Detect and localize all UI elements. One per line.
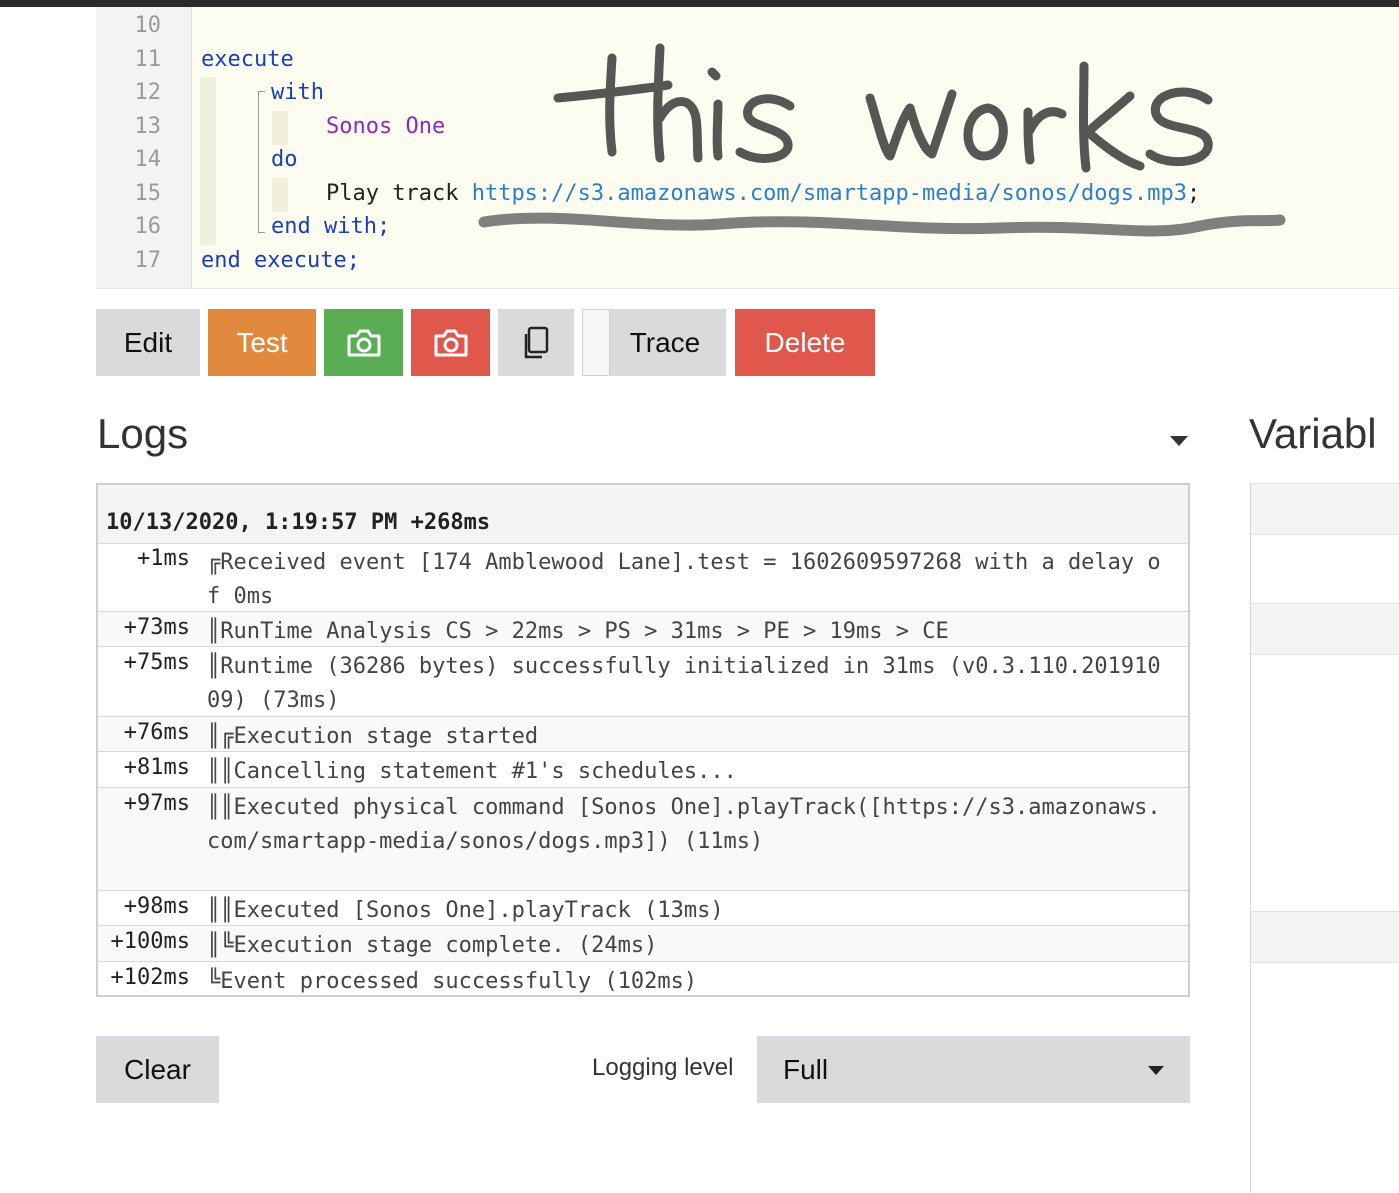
log-row: +100ms ║╚Execution stage complete. (24ms… xyxy=(98,926,1188,962)
variables-row xyxy=(1251,603,1399,655)
log-text: Execution stage complete. (24ms) xyxy=(233,933,658,958)
logs-title: Logs xyxy=(97,410,189,457)
snapshot-red-button[interactable] xyxy=(411,309,490,376)
log-message: ║╚Execution stage complete. (24ms) xyxy=(207,929,1167,963)
logs-collapse-caret-icon[interactable] xyxy=(1170,436,1188,446)
log-message: ║RunTime Analysis CS > 22ms > PS > 31ms … xyxy=(207,615,1167,649)
log-time: +100ms xyxy=(110,929,190,954)
variables-row xyxy=(1251,483,1399,535)
log-message: ║Runtime (36286 bytes) successfully init… xyxy=(207,650,1167,718)
log-time: +73ms xyxy=(123,615,190,640)
log-time: +98ms xyxy=(123,894,190,919)
log-time: +81ms xyxy=(123,755,190,780)
log-tree-prefix: ║ xyxy=(207,619,221,644)
log-row: +75ms ║Runtime (36286 bytes) successfull… xyxy=(98,647,1188,717)
log-time: +1ms xyxy=(137,546,190,571)
clear-logs-button[interactable]: Clear xyxy=(96,1036,219,1103)
log-message: ║║Executed [Sonos One].playTrack (13ms) xyxy=(207,894,1167,928)
log-text: Received event [174 Amblewood Lane].test… xyxy=(207,550,1161,609)
log-row: +97ms ║║Executed physical command [Sonos… xyxy=(98,788,1188,891)
log-row: +102ms ╚Event processed successfully (10… xyxy=(98,962,1188,995)
camera-icon xyxy=(347,329,380,356)
log-time: +75ms xyxy=(123,650,190,675)
log-text: Executed [Sonos One].playTrack (13ms) xyxy=(233,898,724,923)
log-message: ║╔Execution stage started xyxy=(207,720,1167,754)
log-text: Executed physical command [Sonos One].pl… xyxy=(207,795,1161,854)
copy-icon xyxy=(524,326,549,358)
log-text: RunTime Analysis CS > 22ms > PS > 31ms >… xyxy=(220,619,949,644)
logging-level-label: Logging level xyxy=(592,1054,734,1081)
log-tree-prefix: ╔ xyxy=(207,550,221,575)
log-text: Event processed successfully (102ms) xyxy=(220,969,698,994)
trace-toggle-button[interactable]: Trace xyxy=(582,309,726,376)
log-text: Runtime (36286 bytes) successfully initi… xyxy=(207,654,1161,713)
log-tree-prefix: ║║ xyxy=(207,898,234,923)
trace-toggle-switch[interactable] xyxy=(582,309,610,376)
chevron-down-icon xyxy=(1148,1066,1164,1075)
variables-row xyxy=(1251,911,1399,963)
log-table: 10/13/2020, 1:19:57 PM +268ms +1ms ╔Rece… xyxy=(96,483,1190,997)
log-message: ╔Received event [174 Amblewood Lane].tes… xyxy=(207,546,1167,614)
log-row: +1ms ╔Received event [174 Amblewood Lane… xyxy=(98,543,1188,612)
snapshot-green-button[interactable] xyxy=(324,309,403,376)
test-button[interactable]: Test xyxy=(208,309,316,376)
log-time: +102ms xyxy=(110,965,190,990)
log-row: +98ms ║║Executed [Sonos One].playTrack (… xyxy=(98,891,1188,926)
log-tree-prefix: ║╔ xyxy=(207,724,234,749)
camera-icon xyxy=(434,329,467,356)
log-message: ║║Executed physical command [Sonos One].… xyxy=(207,791,1167,859)
edit-button[interactable]: Edit xyxy=(96,309,200,376)
log-tree-prefix: ║╚ xyxy=(207,933,234,958)
handwritten-annotation xyxy=(478,43,1286,237)
log-time: +97ms xyxy=(123,791,190,816)
log-row: +76ms ║╔Execution stage started xyxy=(98,717,1188,752)
log-text: Cancelling statement #1's schedules... xyxy=(233,759,737,784)
log-message: ╚Event processed successfully (102ms) xyxy=(207,965,1167,999)
variables-title: Variabl xyxy=(1249,410,1377,457)
log-row: +73ms ║RunTime Analysis CS > 22ms > PS >… xyxy=(98,612,1188,647)
delete-button[interactable]: Delete xyxy=(735,309,875,376)
trace-label: Trace xyxy=(629,326,701,358)
log-time: +76ms xyxy=(123,720,190,745)
log-tree-prefix: ║║ xyxy=(207,795,234,820)
copy-button[interactable] xyxy=(498,309,574,376)
logging-level-select[interactable]: Full xyxy=(757,1036,1190,1103)
logging-level-value: Full xyxy=(783,1054,829,1085)
log-message: ║║Cancelling statement #1's schedules... xyxy=(207,755,1167,789)
log-tree-prefix: ║║ xyxy=(207,759,234,784)
log-tree-prefix: ║ xyxy=(207,654,221,679)
variables-panel xyxy=(1250,483,1399,1193)
log-tree-prefix: ╚ xyxy=(207,969,221,994)
log-text: Execution stage started xyxy=(233,724,539,749)
log-timestamp-header: 10/13/2020, 1:19:57 PM +268ms xyxy=(98,485,1188,544)
log-row: +81ms ║║Cancelling statement #1's schedu… xyxy=(98,752,1188,788)
log-timestamp: 10/13/2020, 1:19:57 PM +268ms xyxy=(106,510,491,535)
